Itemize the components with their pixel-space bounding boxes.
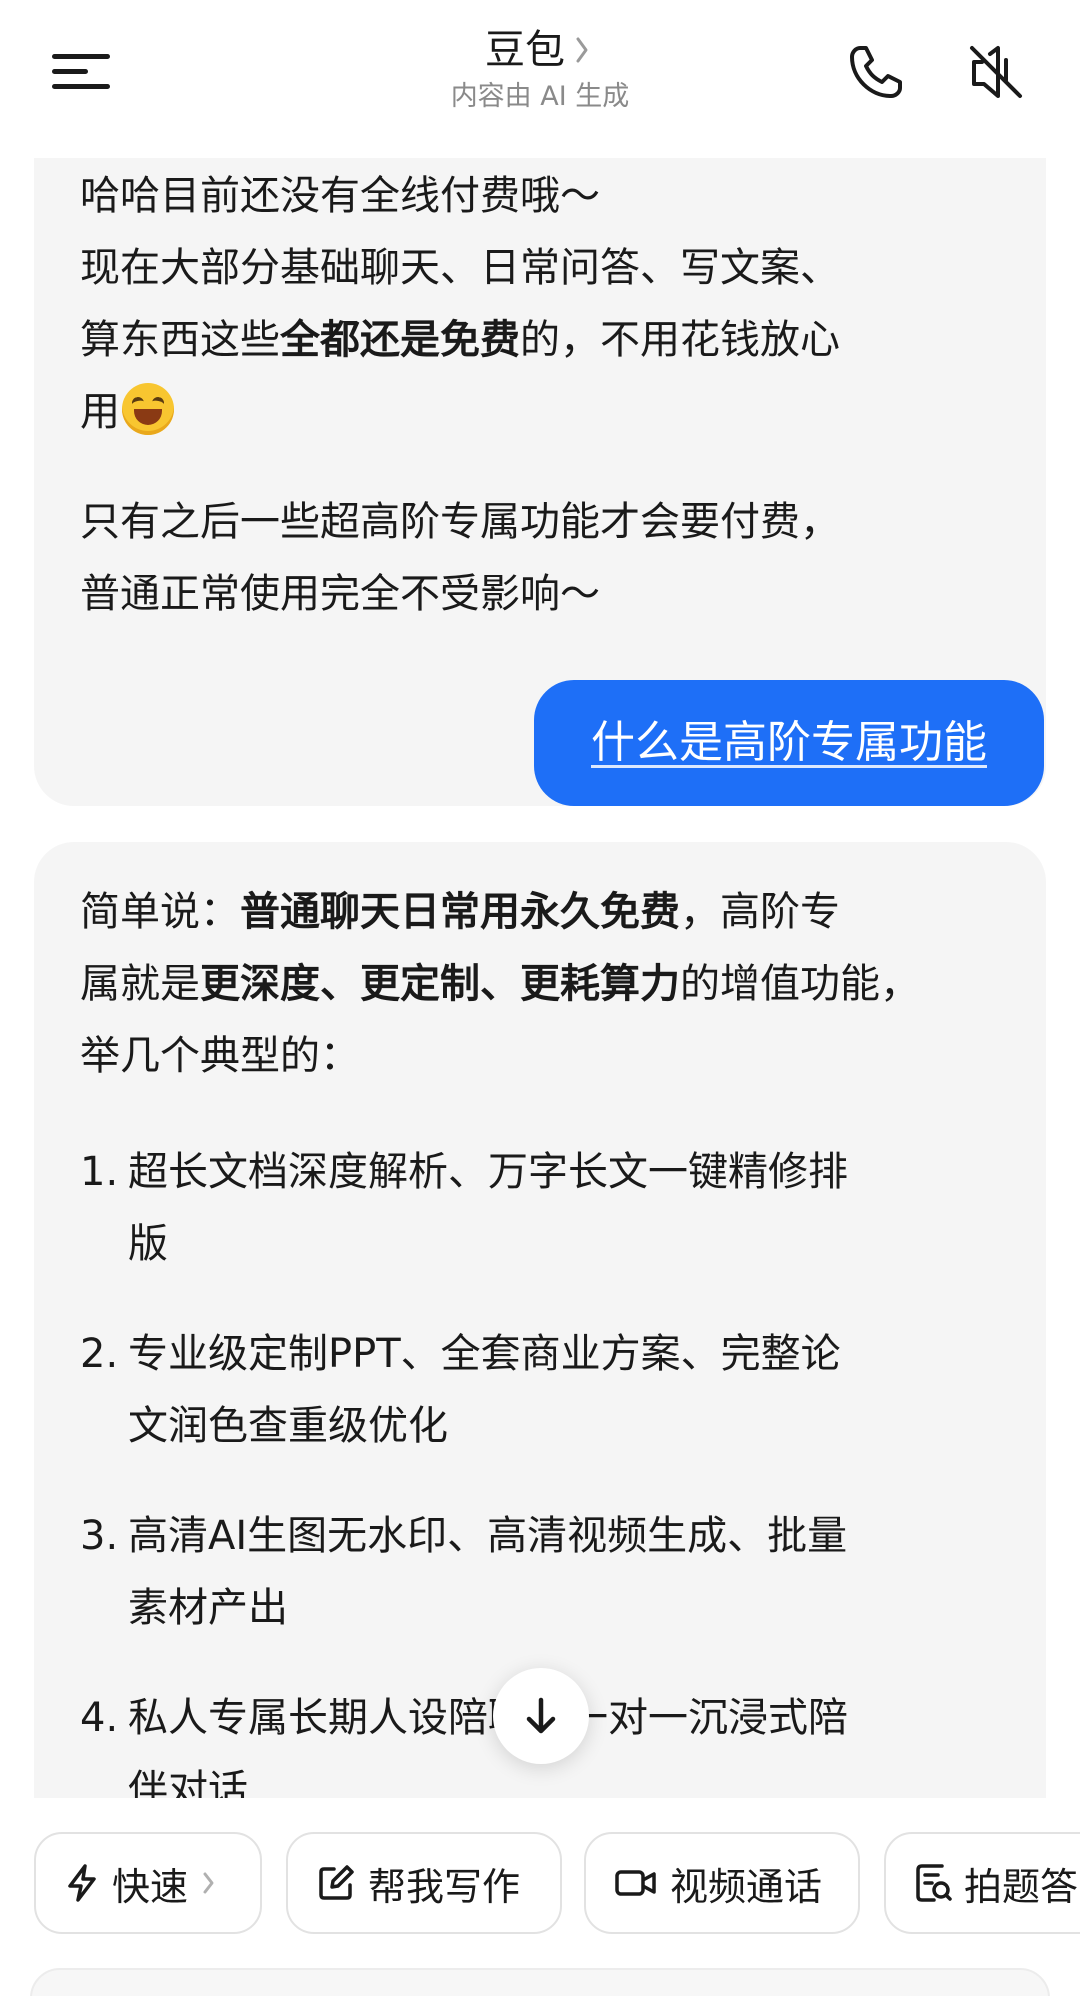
message-paragraph: 哈哈目前还没有全线付费哦～ 现在大部分基础聊天、日常问答、写文案、 算东西这些全… <box>80 173 840 435</box>
message-input-box[interactable] <box>30 1968 1050 1996</box>
message-paragraph: 只有之后一些超高阶专属功能才会要付费， 普通正常使用完全不受影响～ <box>80 499 840 617</box>
bold-text: 普通聊天日常用永久免费 <box>240 889 680 935</box>
message-list[interactable]: 哈哈目前还没有全线付费哦～ 现在大部分基础聊天、日常问答、写文案、 算东西这些全… <box>0 158 1080 1798</box>
ai-disclaimer: 内容由 AI 生成 <box>450 81 630 112</box>
bold-text: 更深度、更定制、更耗算力 <box>200 961 680 1007</box>
bold-text: 全都还是免费 <box>280 317 520 363</box>
laughing-emoji-icon <box>122 383 174 435</box>
user-message[interactable]: 什么是高阶专属功能 <box>534 680 1044 806</box>
fast-mode-button[interactable]: 快速 <box>34 1832 262 1934</box>
video-camera-icon <box>615 1870 656 1896</box>
help-write-button[interactable]: 帮我写作 <box>286 1832 562 1934</box>
user-message-text: 什么是高阶专属功能 <box>591 717 987 768</box>
photo-answer-button[interactable]: 拍题答 <box>884 1832 1080 1934</box>
chevron-right-icon <box>203 1872 214 1894</box>
chat-screen: 豆包 内容由 AI 生成 哈哈目前还没有全线付费哦～ 现在大部分基础聊天、日常问… <box>0 0 1080 1996</box>
photo-question-icon <box>916 1864 952 1902</box>
list-item: 1. 超长文档深度解析、万字长文一键精修排版 <box>80 1149 848 1267</box>
list-item: 2. 专业级定制PPT、全套商业方案、完整论 文润色查重级优化 <box>80 1331 841 1449</box>
mute-icon[interactable] <box>964 40 1028 104</box>
message-paragraph: 简单说：普通聊天日常用永久免费，高阶专 属就是更深度、更定制、更耗算力的增值功能… <box>80 889 920 1079</box>
page-title: 豆包 <box>485 27 565 73</box>
quick-actions-bar: 快速 帮我写作 视频通话 拍题答 <box>0 1798 1080 1996</box>
ai-message: 简单说：普通聊天日常用永久免费，高阶专 属就是更深度、更定制、更耗算力的增值功能… <box>34 842 1046 1798</box>
scroll-to-bottom-button[interactable] <box>493 1668 589 1764</box>
phone-icon[interactable] <box>844 40 908 104</box>
menu-icon[interactable] <box>52 52 112 92</box>
list-item: 3. 高清AI生图无水印、高清视频生成、批量 素材产出 <box>80 1513 848 1631</box>
edit-icon <box>319 1865 354 1900</box>
video-call-button[interactable]: 视频通话 <box>584 1832 860 1934</box>
title-area[interactable]: 豆包 内容由 AI 生成 <box>340 24 740 116</box>
lightning-icon <box>68 1864 96 1902</box>
chevron-right-icon <box>576 37 588 63</box>
arrow-down-icon <box>526 1697 556 1734</box>
chat-header: 豆包 内容由 AI 生成 <box>0 0 1080 158</box>
